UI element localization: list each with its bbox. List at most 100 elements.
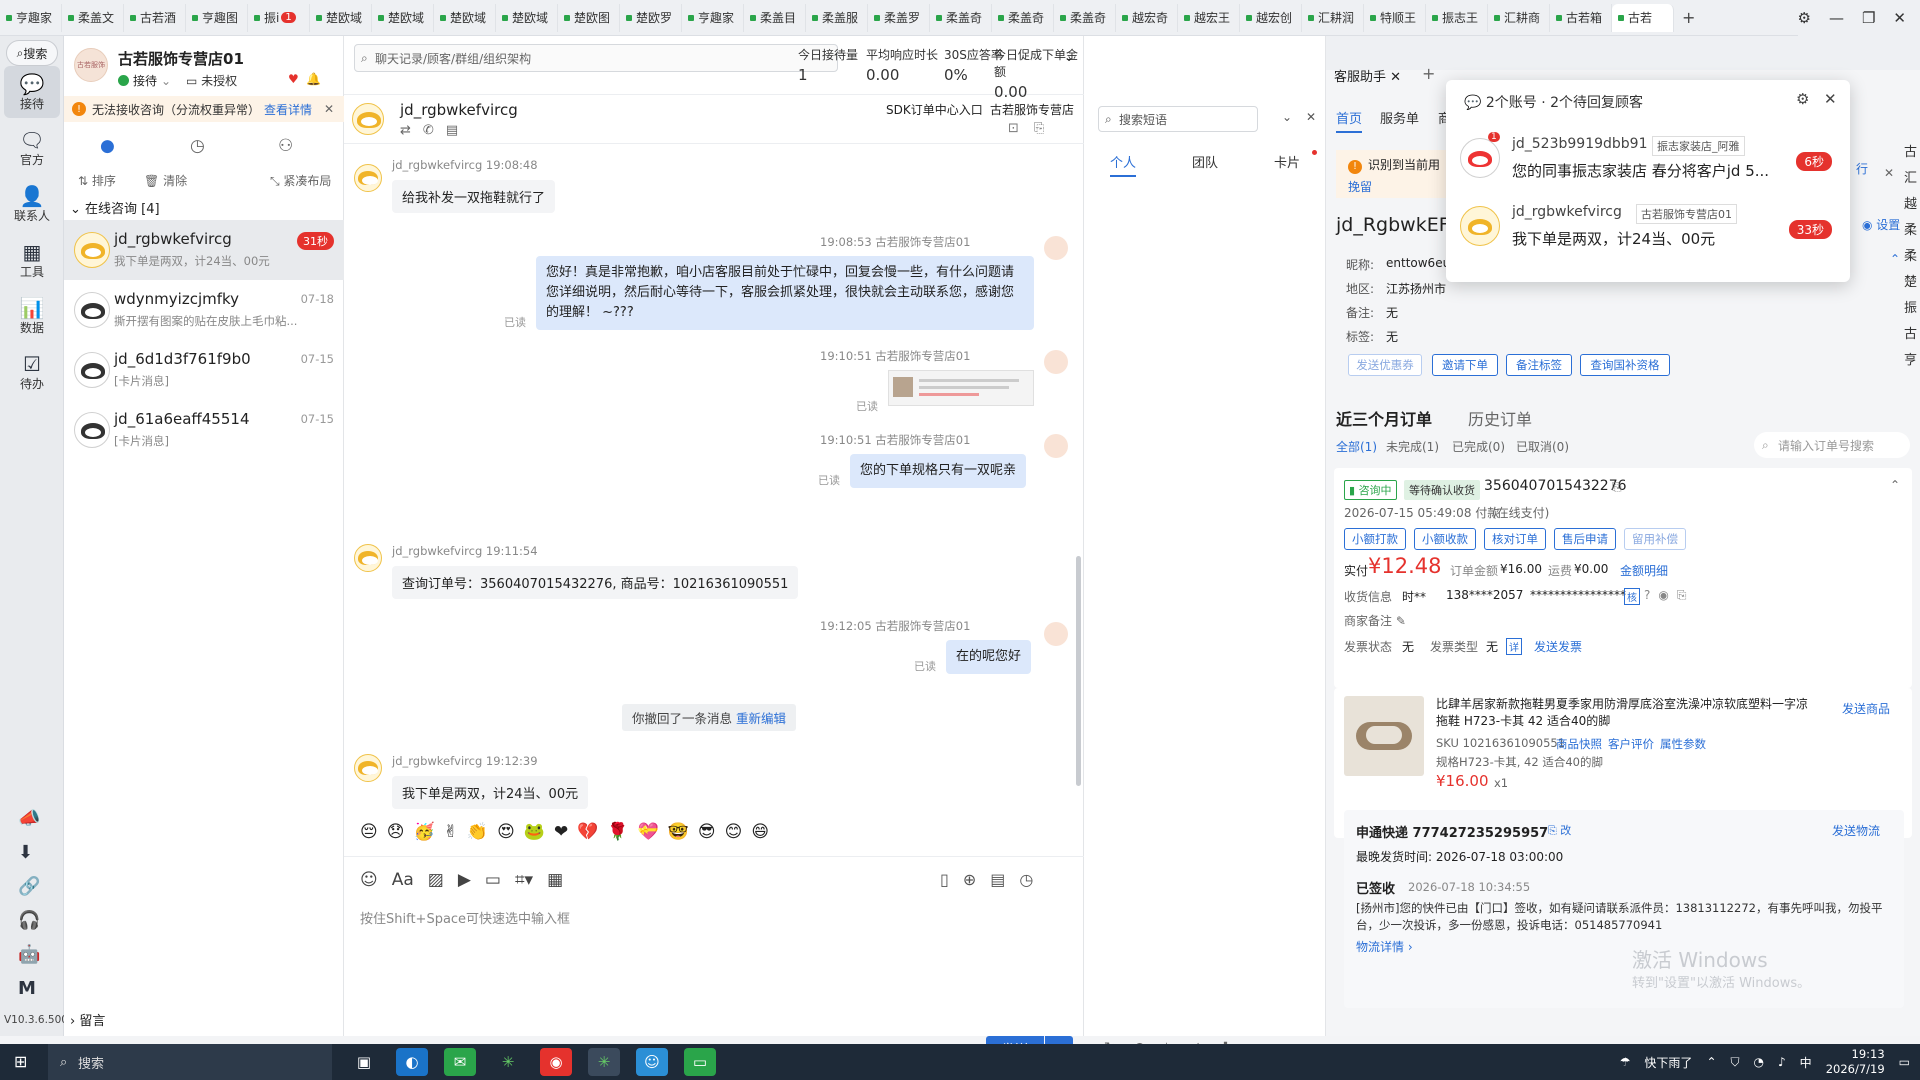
cart-icon[interactable]: ⊕ <box>963 870 976 889</box>
bell-icon[interactable]: 🔔 <box>306 72 321 86</box>
reception-status[interactable]: 接待 ⌄ <box>118 72 171 89</box>
wechat-icon[interactable]: ✉ <box>444 1048 476 1076</box>
emoji-item[interactable]: 💝 <box>638 822 659 842</box>
compensation-button[interactable]: 留用补偿 <box>1624 528 1686 550</box>
tab-history-orders[interactable]: 历史订单 <box>1468 406 1532 430</box>
emoji-item[interactable]: 😞 <box>387 822 405 842</box>
emoji-item[interactable]: 😊 <box>725 822 743 842</box>
emoji-item[interactable]: 🤓 <box>668 822 689 842</box>
app-tab[interactable]: 越宏奇 <box>1116 3 1178 32</box>
folder-icon[interactable]: ▭ <box>485 870 501 890</box>
list-item[interactable]: jd_61a6eaff45514 [卡片消息] 07-15 <box>64 400 344 460</box>
amount-detail-link[interactable]: 金额明细 <box>1620 562 1668 579</box>
tray-chevron-icon[interactable]: ⌃ <box>1706 1055 1716 1069</box>
send-invoice-link[interactable]: 发送发票 <box>1534 638 1582 655</box>
chevron-up-icon[interactable]: ⌃ <box>1890 478 1900 492</box>
product-image[interactable] <box>1344 696 1424 776</box>
shield-icon[interactable]: ⛉ <box>1731 1055 1740 1070</box>
megaphone-icon[interactable]: 📣 <box>18 808 40 829</box>
app-star-active-icon[interactable]: ✳ <box>588 1048 620 1076</box>
auth-status[interactable]: ▭ 未授权 <box>186 72 237 89</box>
tab-service-order[interactable]: 服务单 <box>1380 108 1419 127</box>
rail-item-data[interactable]: 📊 数据 <box>4 290 60 342</box>
add-tab-icon[interactable]: + <box>1682 8 1695 27</box>
tab-home[interactable]: 首页 <box>1336 108 1363 133</box>
copy-icon[interactable]: ⎘ <box>1612 480 1622 495</box>
clock-icon[interactable]: ◷ <box>1019 870 1033 889</box>
heart-icon[interactable]: ♥ <box>288 72 299 86</box>
taskbar-search-input[interactable]: ⌕ 搜索 <box>48 1044 332 1080</box>
app-tab[interactable]: 楚欧图 <box>558 3 620 32</box>
emoji-item[interactable]: 😍 <box>497 822 515 842</box>
eye-icon[interactable]: ◉ <box>1658 588 1668 603</box>
close-icon[interactable]: ✕ <box>1306 110 1316 124</box>
task-view-icon[interactable]: ▣ <box>348 1048 380 1076</box>
order-search-input[interactable]: ⌕ 请输入订单号搜索 <box>1754 432 1910 458</box>
logistics-detail-link[interactable]: 物流详情 › <box>1356 938 1413 955</box>
invoice-detail-button[interactable]: 详 <box>1506 638 1522 655</box>
app-chat-icon[interactable]: ☺ <box>636 1048 668 1076</box>
reedit-link[interactable]: 重新编辑 <box>736 711 786 726</box>
app-tab[interactable]: 柔盖罗 <box>868 3 930 32</box>
remark-tag-button[interactable]: 备注标签 <box>1506 354 1572 376</box>
tab-assistant[interactable]: 客服助手 ✕ <box>1334 66 1401 85</box>
copy-icon[interactable]: ⎘ <box>1677 588 1687 603</box>
app-tab[interactable]: 柔盖目 <box>744 3 806 32</box>
close-warning-icon[interactable]: ✕ <box>324 102 334 116</box>
emoji-item[interactable]: ❤ <box>554 822 568 842</box>
app-tab[interactable]: 柔盖文 <box>62 3 124 32</box>
app-tab[interactable]: 振i 1 <box>248 3 310 32</box>
attributes-link[interactable]: 属性参数 <box>1660 736 1706 752</box>
windows-start-icon[interactable]: ⊞ <box>14 1052 27 1071</box>
notification-icon[interactable]: ▭ <box>1899 1055 1910 1069</box>
emoji-item[interactable]: 🌹 <box>607 822 628 842</box>
emoji-item[interactable]: 😄 <box>751 822 769 842</box>
rail-item-todo[interactable]: ☑ 待办 <box>4 346 60 398</box>
app-star-icon[interactable]: ✳ <box>492 1048 524 1076</box>
filter-incomplete[interactable]: 未完成(1) <box>1386 438 1439 455</box>
tab-card[interactable]: 卡片 <box>1274 152 1300 171</box>
comment-icon[interactable]: ▤ <box>990 870 1005 889</box>
clip-icon[interactable]: ⎘ <box>1034 121 1044 136</box>
snapshot-link[interactable]: 商品快照 <box>1556 736 1602 752</box>
app-tab[interactable]: 亨趣图 <box>186 3 248 32</box>
verify-order-button[interactable]: 核对订单 <box>1484 528 1546 550</box>
app-tab[interactable]: 特顺王 <box>1364 3 1426 32</box>
app-tab[interactable]: 古若 <box>1612 3 1674 32</box>
settings-icon[interactable]: ⚙ <box>1796 90 1809 108</box>
close-icon[interactable]: ✕ <box>1893 9 1906 27</box>
close-notice-icon[interactable]: ✕ <box>1884 166 1894 180</box>
settings-link[interactable]: ◉ 设置 <box>1862 216 1900 233</box>
tab-team[interactable]: 团队 <box>1192 152 1218 171</box>
image-message[interactable] <box>888 370 1034 406</box>
small-collection-button[interactable]: 小额收款 <box>1414 528 1476 550</box>
app-red-icon[interactable]: ◉ <box>540 1048 572 1076</box>
app-tab[interactable]: 汇耕商 <box>1488 3 1550 32</box>
app-green-icon[interactable]: ▭ <box>684 1048 716 1076</box>
weather-icon[interactable]: ☂ <box>1620 1055 1631 1069</box>
clear-button[interactable]: 🗑 清除 <box>144 172 187 189</box>
app-tab[interactable]: 楚欧罗 <box>620 3 682 32</box>
link-icon[interactable]: 🔗 <box>18 876 40 897</box>
app-tab[interactable]: 古若酒 <box>124 3 186 32</box>
note-icon[interactable]: ▤ <box>446 123 458 138</box>
sort-button[interactable]: ⇅ 排序 <box>78 172 116 189</box>
app-tab[interactable]: 柔盖奇 <box>930 3 992 32</box>
close-popup-icon[interactable]: ✕ <box>1824 90 1837 108</box>
phrase-search-input[interactable]: ⌕ 搜索短语 <box>1098 106 1258 132</box>
video-icon[interactable]: ▶ <box>458 870 471 890</box>
warning-details-link[interactable]: 查看详情 <box>264 101 312 118</box>
filter-cancelled[interactable]: 已取消(0) <box>1516 438 1569 455</box>
font-icon[interactable]: Aa <box>392 870 414 890</box>
tab-recent-orders[interactable]: 近三个月订单 <box>1336 406 1432 430</box>
emoji-item[interactable]: 💔 <box>577 822 598 842</box>
list-item[interactable]: wdynmyizcjmfky 撕开摆有图案的贴在皮肤上毛巾粘... 07-18 <box>64 280 344 340</box>
collapse-icon[interactable]: ⌄ <box>1282 110 1292 124</box>
emoji-item[interactable]: 🐸 <box>524 822 545 842</box>
send-coupon-button[interactable]: 发送优惠券 <box>1348 354 1422 376</box>
edge-icon[interactable]: ◐ <box>396 1048 428 1076</box>
emoji-item[interactable]: 👏 <box>467 822 488 842</box>
emoji-item[interactable]: 🥳 <box>413 822 434 842</box>
doc-icon[interactable]: ▯ <box>940 870 949 889</box>
app-tab[interactable]: 古若箱 <box>1550 3 1612 32</box>
